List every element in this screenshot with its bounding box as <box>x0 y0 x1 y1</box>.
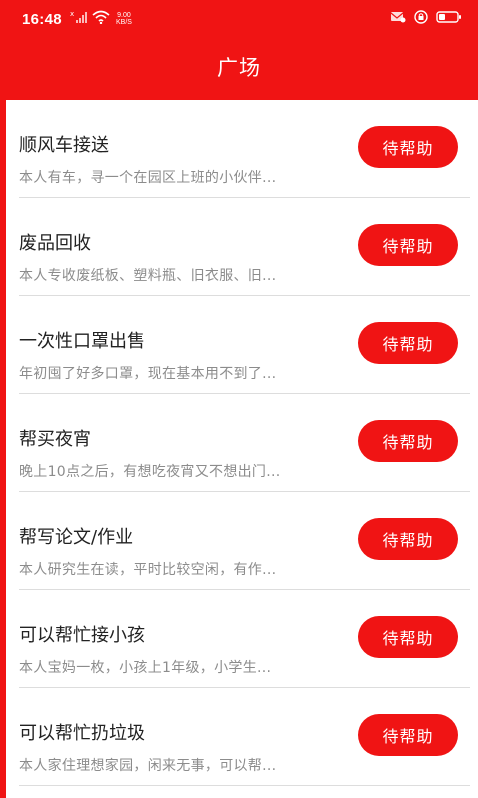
item-title: 可以帮忙接小孩 <box>19 625 145 646</box>
item-description: 本人家住理想家园，闲来无事，可以帮... <box>19 758 277 774</box>
item-title: 帮买夜宵 <box>19 429 91 450</box>
status-icons-left: x 9.00 KB/S <box>70 10 132 28</box>
list-item[interactable]: 顺风车接送 本人有车，寻一个在园区上班的小伙伴... 待帮助 <box>6 100 478 198</box>
help-request-list[interactable]: 顺风车接送 本人有车，寻一个在园区上班的小伙伴... 待帮助 废品回收 本人专收… <box>6 100 478 798</box>
item-description: 本人有车，寻一个在园区上班的小伙伴... <box>19 170 277 186</box>
list-item[interactable]: 可以帮忙接小孩 本人宝妈一枚，小孩上1年级，小学生... 待帮助 <box>6 590 478 688</box>
no-signal-icon: x <box>70 10 88 28</box>
net-speed-unit: KB/S <box>116 19 132 26</box>
wifi-icon <box>92 10 110 28</box>
item-description: 本人宝妈一枚，小孩上1年级，小学生... <box>19 660 272 676</box>
item-description: 年初囤了好多口罩，现在基本用不到了... <box>19 366 277 382</box>
item-title: 废品回收 <box>19 233 91 254</box>
pending-help-button[interactable]: 待帮助 <box>358 714 458 756</box>
pending-help-button[interactable]: 待帮助 <box>358 420 458 462</box>
status-time: 16:48 <box>22 11 62 28</box>
item-title: 顺风车接送 <box>19 135 109 156</box>
battery-icon <box>436 10 462 28</box>
net-speed: 9.00 KB/S <box>116 12 132 26</box>
mail-icon <box>390 10 406 28</box>
pending-help-button[interactable]: 待帮助 <box>358 616 458 658</box>
lock-icon <box>414 10 428 28</box>
page-title: 广场 <box>217 56 261 80</box>
list-item[interactable]: 可以帮忙扔垃圾 本人家住理想家园，闲来无事，可以帮... 待帮助 <box>6 688 478 786</box>
item-title: 可以帮忙扔垃圾 <box>19 723 145 744</box>
item-title: 帮写论文/作业 <box>19 527 134 548</box>
list-item[interactable]: 帮买夜宵 晚上10点之后，有想吃夜宵又不想出门... 待帮助 <box>6 394 478 492</box>
item-title: 一次性口罩出售 <box>19 331 145 352</box>
item-description: 晚上10点之后，有想吃夜宵又不想出门... <box>19 464 281 480</box>
divider <box>19 785 470 786</box>
status-bar: 16:48 x 9.00 KB/S <box>0 0 478 38</box>
pending-help-button[interactable]: 待帮助 <box>358 126 458 168</box>
pending-help-button[interactable]: 待帮助 <box>358 518 458 560</box>
list-item[interactable]: 废品回收 本人专收废纸板、塑料瓶、旧衣服、旧... 待帮助 <box>6 198 478 296</box>
pending-help-button[interactable]: 待帮助 <box>358 224 458 266</box>
status-icons-right <box>390 10 462 28</box>
app-header: 16:48 x 9.00 KB/S 广场 <box>0 0 478 100</box>
pending-help-button[interactable]: 待帮助 <box>358 322 458 364</box>
item-description: 本人专收废纸板、塑料瓶、旧衣服、旧... <box>19 268 277 284</box>
item-description: 本人研究生在读，平时比较空闲，有作... <box>19 562 277 578</box>
net-speed-value: 9.00 <box>117 12 131 19</box>
list-item[interactable]: 帮写论文/作业 本人研究生在读，平时比较空闲，有作... 待帮助 <box>6 492 478 590</box>
svg-text:x: x <box>70 10 74 18</box>
list-item[interactable]: 一次性口罩出售 年初囤了好多口罩，现在基本用不到了... 待帮助 <box>6 296 478 394</box>
